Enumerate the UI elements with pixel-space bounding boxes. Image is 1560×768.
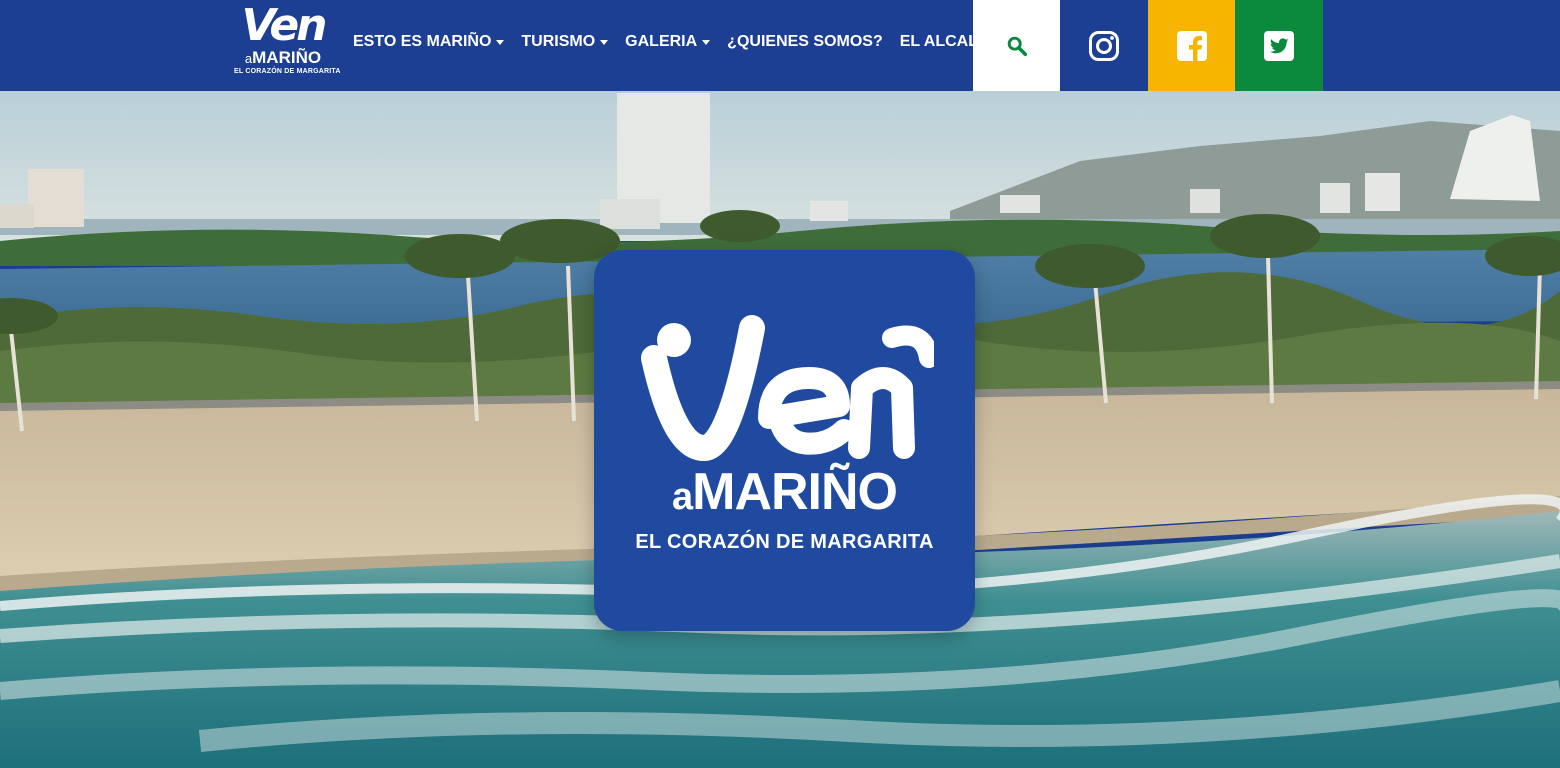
brand-logo[interactable]: Ven aMARIÑO EL CORAZÓN DE MARGARITA bbox=[234, 0, 341, 80]
hero-logo-card: aMARIÑO EL CORAZÓN DE MARGARITA bbox=[594, 250, 975, 631]
instagram-button[interactable] bbox=[1060, 0, 1148, 91]
nav-item-label: GALERIA bbox=[625, 33, 698, 50]
ven-logo-lettering bbox=[641, 315, 934, 462]
nav-item-label: TURISMO bbox=[521, 33, 596, 50]
search-button[interactable] bbox=[973, 0, 1061, 91]
nav-item-label: ¿QUIENES SOMOS? bbox=[727, 33, 883, 50]
twitter-button[interactable] bbox=[1235, 0, 1323, 91]
brand-ven-text: Ven bbox=[241, 0, 327, 51]
search-icon bbox=[1007, 36, 1028, 56]
nav-item-esto-es-marino[interactable]: ESTO ES MARIÑO bbox=[353, 33, 505, 51]
instagram-icon bbox=[1089, 30, 1119, 61]
caret-down-icon bbox=[702, 39, 711, 45]
facebook-button[interactable] bbox=[1148, 0, 1236, 91]
main-nav: ESTO ES MARIÑO TURISMO GALERIA ¿QUIENES … bbox=[353, 0, 1000, 84]
logo-a-text: a bbox=[671, 476, 693, 518]
caret-down-icon bbox=[600, 39, 609, 45]
caret-down-icon bbox=[496, 39, 505, 45]
nav-item-turismo[interactable]: TURISMO bbox=[521, 33, 609, 51]
brand-amarino-text: aMARIÑO bbox=[234, 49, 332, 67]
twitter-icon bbox=[1264, 30, 1294, 61]
brand-marino-text: MARIÑO bbox=[252, 48, 322, 67]
facebook-icon bbox=[1177, 30, 1207, 61]
navbar: Ven aMARIÑO EL CORAZÓN DE MARGARITA ESTO… bbox=[0, 0, 1560, 91]
logo-marino-text: MARIÑO bbox=[692, 463, 898, 521]
nav-item-quienes-somos[interactable]: ¿QUIENES SOMOS? bbox=[727, 33, 883, 51]
brand-tagline: EL CORAZÓN DE MARGARITA bbox=[234, 68, 341, 75]
logo-amarino-text: aMARIÑO bbox=[594, 462, 975, 527]
nav-item-label: ESTO ES MARIÑO bbox=[353, 33, 492, 50]
hero-section: aMARIÑO EL CORAZÓN DE MARGARITA bbox=[0, 91, 1560, 768]
nav-item-galeria[interactable]: GALERIA bbox=[625, 33, 711, 51]
logo-tagline: EL CORAZÓN DE MARGARITA bbox=[635, 531, 934, 553]
